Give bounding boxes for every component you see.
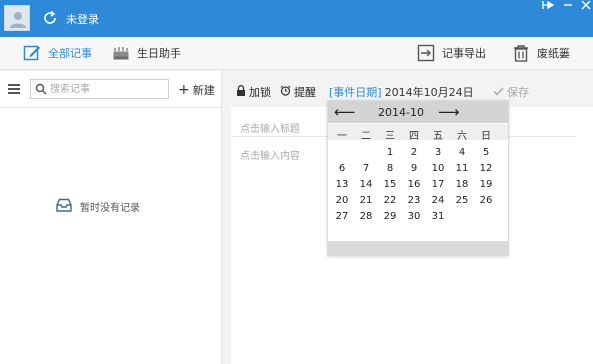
calendar-day[interactable]: 8 <box>378 161 402 177</box>
trash-label: 废纸篓 <box>537 47 570 60</box>
calendar-day[interactable]: 26 <box>474 193 498 209</box>
title-bar: 未登录 <box>0 0 593 37</box>
trash-button[interactable]: 废纸篓 <box>511 43 570 63</box>
calendar-day[interactable]: 15 <box>378 177 402 193</box>
inbox-icon <box>56 198 72 215</box>
new-note-button[interactable]: + 新建 <box>178 82 215 98</box>
calendar-day[interactable]: 10 <box>426 161 450 177</box>
empty-state-text: 暂时没有记录 <box>80 203 140 214</box>
weekday-label: 六 <box>457 131 467 142</box>
search-input[interactable] <box>50 81 164 97</box>
calendar-day[interactable]: 9 <box>402 161 426 177</box>
all-notes-label: 全部记事 <box>48 47 92 60</box>
calendar-day[interactable]: 13 <box>330 177 354 193</box>
search-icon <box>35 83 47 95</box>
event-date-field[interactable]: [事件日期] 2014年10月24日 <box>329 84 474 100</box>
calendar-day[interactable]: 5 <box>474 145 498 161</box>
calendar-day[interactable]: 2 <box>402 145 426 161</box>
export-icon <box>416 43 436 63</box>
search-box[interactable] <box>30 79 169 99</box>
close-icon[interactable] <box>576 0 593 14</box>
weekday-label: 二 <box>361 131 371 142</box>
save-button[interactable]: 保存 <box>493 84 529 100</box>
calendar-day[interactable]: 19 <box>474 177 498 193</box>
empty-state: 暂时没有记录 <box>56 198 140 215</box>
date-picker-header: ⟵ 2014-10 ⟶ <box>328 101 508 123</box>
lock-button[interactable]: 加锁 <box>236 84 271 100</box>
weekday-label: 三 <box>385 131 395 142</box>
reminder-button[interactable]: 提醒 <box>280 84 316 100</box>
minimize-icon[interactable] <box>558 0 578 14</box>
trash-icon <box>511 43 531 63</box>
calendar-day[interactable]: 22 <box>378 193 402 209</box>
main-toolbar: 全部记事 生日助手 记事导出 废纸篓 <box>0 37 593 70</box>
next-month-button[interactable]: ⟶ <box>438 101 460 123</box>
menu-icon[interactable] <box>8 84 20 94</box>
save-label: 保存 <box>507 86 529 99</box>
calendar-day[interactable]: 24 <box>426 193 450 209</box>
birthday-helper-button[interactable]: 生日助手 <box>111 43 181 63</box>
calendar-day[interactable]: 29 <box>378 209 402 225</box>
calendar-day[interactable]: 31 <box>426 209 450 225</box>
calendar-day[interactable]: 11 <box>450 161 474 177</box>
calendar-day[interactable]: 20 <box>330 193 354 209</box>
title-input[interactable]: 点击输入标题 <box>240 120 300 135</box>
app-window: 未登录 全部记事 生日助手 记事导出 废纸篓 搜索记事 + 新建 暂时没有记录 … <box>0 0 593 364</box>
cake-icon <box>111 43 131 63</box>
reminder-label: 提醒 <box>294 86 316 99</box>
weekday-header: 一二三四五六日 <box>328 124 508 142</box>
sync-icon[interactable] <box>42 10 58 26</box>
calendar-day[interactable]: 4 <box>450 145 474 161</box>
event-date-label: [事件日期] <box>329 86 382 99</box>
divider <box>0 107 222 108</box>
plus-icon: + <box>178 82 190 98</box>
calendar-day[interactable]: 12 <box>474 161 498 177</box>
check-icon <box>493 86 504 99</box>
calendar-day[interactable]: 6 <box>330 161 354 177</box>
weekday-label: 日 <box>481 131 491 142</box>
login-status-text[interactable]: 未登录 <box>66 11 99 27</box>
new-note-label: 新建 <box>192 84 215 97</box>
weekday-label: 四 <box>409 131 419 142</box>
calendar-day[interactable]: 30 <box>402 209 426 225</box>
alarm-clock-icon <box>280 85 291 99</box>
calendar-day[interactable]: 16 <box>402 177 426 193</box>
calendar-day[interactable]: 17 <box>426 177 450 193</box>
calendar-day[interactable]: 25 <box>450 193 474 209</box>
notes-list-pane: + 新建 暂时没有记录 <box>0 71 222 364</box>
edit-note-icon <box>22 43 42 63</box>
export-notes-label: 记事导出 <box>442 47 486 60</box>
birthday-helper-label: 生日助手 <box>137 47 181 60</box>
weekday-label: 一 <box>337 131 347 142</box>
weekday-label: 五 <box>433 131 443 142</box>
lock-icon <box>236 85 246 99</box>
calendar-day[interactable]: 3 <box>426 145 450 161</box>
user-avatar-icon[interactable] <box>4 5 30 31</box>
month-label: 2014-10 <box>378 106 424 119</box>
export-notes-button[interactable]: 记事导出 <box>416 43 486 63</box>
calendar-day[interactable]: 28 <box>354 209 378 225</box>
event-date-value: 2014年10月24日 <box>384 86 474 99</box>
pin-icon[interactable] <box>538 0 558 14</box>
content-input[interactable]: 点击输入内容 <box>240 147 300 162</box>
date-picker-footer <box>328 241 508 255</box>
calendar-day[interactable]: 1 <box>378 145 402 161</box>
calendar-day[interactable]: 27 <box>330 209 354 225</box>
date-picker-popup: ⟵ 2014-10 ⟶ 一二三四五六日 1 2 3 4 5 6 7 8 9 10 11 12 13 14 1… <box>327 100 509 256</box>
calendar-day[interactable]: 18 <box>450 177 474 193</box>
calendar-day[interactable]: 21 <box>354 193 378 209</box>
all-notes-button[interactable]: 全部记事 <box>22 43 92 63</box>
calendar-day[interactable]: 14 <box>354 177 378 193</box>
lock-label: 加锁 <box>249 86 271 99</box>
prev-month-button[interactable]: ⟵ <box>334 101 356 123</box>
calendar-day[interactable]: 7 <box>354 161 378 177</box>
calendar-day[interactable]: 23 <box>402 193 426 209</box>
